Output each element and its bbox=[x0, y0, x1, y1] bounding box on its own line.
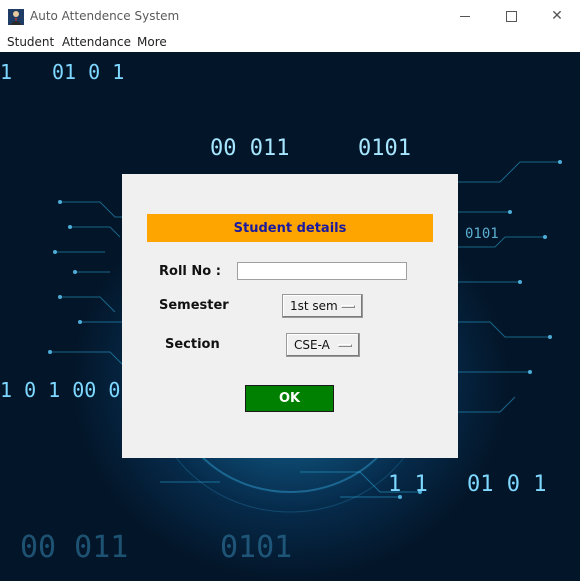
close-icon: ✕ bbox=[551, 8, 563, 24]
binary-text: 01 0 1 bbox=[52, 60, 125, 84]
binary-text: 1 bbox=[0, 60, 13, 84]
binary-text: 1 1 bbox=[388, 472, 428, 497]
app-user-icon bbox=[8, 9, 24, 25]
window-title: Auto Attendence System bbox=[30, 9, 180, 23]
semester-value: 1st sem bbox=[290, 299, 338, 313]
semester-dropdown[interactable]: 1st sem bbox=[282, 294, 363, 318]
roll-no-label: Roll No : bbox=[159, 264, 221, 279]
menu-bar: Student Attendance More bbox=[0, 32, 580, 52]
menu-attendance[interactable]: Attendance bbox=[62, 35, 131, 49]
ok-button[interactable]: OK bbox=[245, 385, 334, 412]
menu-more[interactable]: More bbox=[137, 35, 167, 49]
binary-text: 1 0 1 00 0 bbox=[0, 378, 121, 402]
section-label: Section bbox=[165, 337, 220, 352]
maximize-button[interactable] bbox=[488, 0, 534, 32]
roll-no-input[interactable] bbox=[237, 262, 407, 280]
dialog-header: Student details bbox=[147, 214, 433, 242]
maximize-icon bbox=[505, 10, 517, 22]
student-details-dialog: Student details Roll No : Semester 1st s… bbox=[122, 174, 458, 458]
close-button[interactable]: ✕ bbox=[534, 0, 580, 32]
minimize-icon bbox=[460, 15, 470, 17]
binary-text: 0101 bbox=[465, 226, 499, 242]
section-dropdown[interactable]: CSE-A bbox=[286, 333, 360, 357]
binary-text: 01 0 1 bbox=[467, 472, 547, 497]
binary-text: 00 011 bbox=[210, 136, 290, 161]
dropdown-indicator-icon bbox=[341, 305, 355, 308]
menu-student[interactable]: Student bbox=[7, 35, 54, 49]
section-value: CSE-A bbox=[294, 338, 330, 352]
binary-text: 00 011 bbox=[20, 530, 129, 565]
minimize-button[interactable] bbox=[442, 0, 488, 32]
binary-text: 0101 bbox=[358, 136, 411, 161]
semester-label: Semester bbox=[159, 298, 229, 313]
dropdown-indicator-icon bbox=[338, 344, 352, 347]
binary-text: 0101 bbox=[220, 530, 293, 565]
title-bar: Auto Attendence System ✕ bbox=[0, 0, 580, 32]
